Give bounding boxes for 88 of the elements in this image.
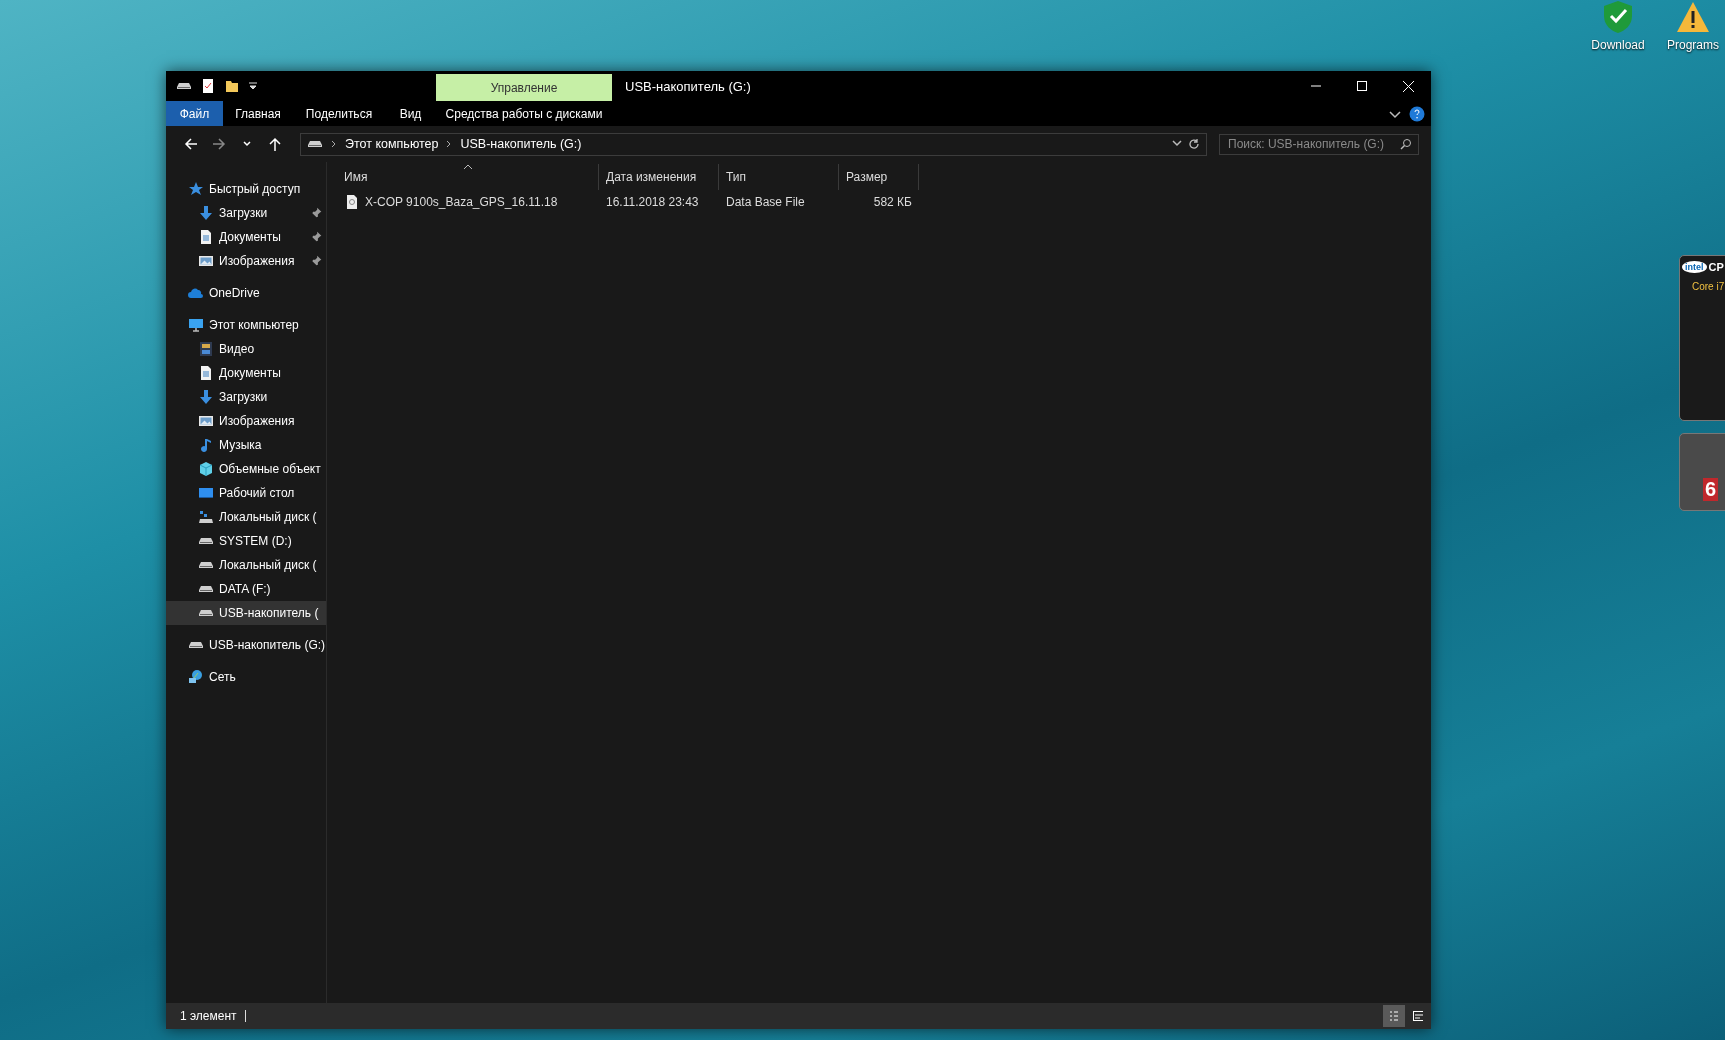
refresh-icon (1188, 138, 1200, 150)
search-field[interactable]: Поиск: USB-накопитель (G:) (1219, 133, 1419, 155)
drive-icon (307, 140, 323, 148)
nav-item[interactable]: USB-накопитель ( (166, 601, 326, 625)
breadcrumb[interactable]: Этот компьютер (345, 137, 439, 151)
cube-icon (198, 461, 214, 477)
breadcrumb[interactable]: USB-накопитель (G:) (460, 137, 582, 151)
close-icon (1402, 80, 1414, 92)
dropdown-icon (248, 81, 258, 91)
item-count: 1 элемент (180, 1010, 246, 1022)
search-icon (1400, 138, 1412, 150)
nav-item[interactable]: Изображения (166, 409, 326, 433)
ribbon-tab[interactable]: Вид (385, 101, 436, 126)
folder-icon (224, 78, 240, 94)
nav-item[interactable]: DATA (F:) (166, 577, 326, 601)
shield-icon (1601, 0, 1635, 34)
ribbon-tab[interactable]: Главная (223, 101, 293, 126)
nav-item[interactable]: Рабочий стол (166, 481, 326, 505)
system-drive-icon (198, 509, 214, 525)
nav-item[interactable]: Быстрый доступ (166, 177, 326, 201)
size-cell-text: 582 КБ (872, 195, 913, 209)
nav-item[interactable]: Объемные объект (166, 457, 326, 481)
help-icon (1409, 105, 1425, 122)
file-name-cell: X-COP 9100s_Baza_GPS_16.11.18 (337, 194, 599, 210)
drive-icon (198, 561, 214, 569)
back-arrow-icon (184, 137, 198, 151)
network-icon (188, 669, 204, 685)
column-header[interactable]: Дата изменения (599, 164, 719, 190)
chevron-right-icon (446, 140, 453, 148)
column-header[interactable]: Размер (839, 164, 919, 190)
address-bar[interactable]: Этот компьютер USB-накопитель (G:) (300, 132, 1207, 156)
picture-icon (198, 413, 214, 429)
monitor-icon (188, 317, 204, 333)
drive-icon (198, 609, 214, 617)
context-tab[interactable]: Управление (436, 74, 612, 101)
down-arrow-icon (198, 205, 214, 221)
date-cell-text: 16.11.2018 23:43 (605, 195, 700, 209)
chevron-down-icon (243, 141, 251, 147)
nav-item[interactable]: OneDrive (166, 281, 326, 305)
column-header[interactable]: Имя (337, 164, 599, 190)
document-icon (198, 229, 214, 245)
drive-icon (176, 82, 192, 90)
nav-item[interactable]: Документы (166, 225, 326, 249)
desktop-icon-label[interactable]: Programs (1667, 38, 1719, 52)
chevron-right-icon (331, 140, 337, 148)
details-view-icon (1389, 1010, 1399, 1022)
nav-item[interactable]: Загрузки (166, 201, 326, 225)
picture-icon (198, 253, 214, 269)
properties-icon (200, 78, 216, 94)
minimize-icon (1311, 85, 1321, 87)
up-arrow-icon (269, 137, 281, 151)
ribbon-tab[interactable]: Средства работы с дисками (436, 101, 612, 126)
nav-item[interactable]: Видео (166, 337, 326, 361)
document-icon (198, 365, 214, 381)
star-icon (188, 181, 204, 197)
ribbon-tab[interactable]: Поделиться (293, 101, 385, 126)
tiles-view-icon (1413, 1011, 1423, 1021)
desktop-icon (198, 485, 214, 501)
warning-icon (1676, 0, 1710, 34)
gadget-badge: 6 (1702, 478, 1718, 501)
window-title: USB-накопитель (G:) (624, 77, 752, 96)
nav-item[interactable]: Локальный диск ( (166, 553, 326, 577)
drive-icon (188, 641, 204, 649)
type-cell-text: Data Base File (725, 195, 806, 209)
cpu-model: Core i7 (1692, 281, 1725, 292)
nav-item[interactable]: Этот компьютер (166, 313, 326, 337)
nav-item[interactable]: SYSTEM (D:) (166, 529, 326, 553)
drive-icon (198, 537, 214, 545)
music-note-icon (198, 437, 214, 453)
nav-item[interactable]: Изображения (166, 249, 326, 273)
nav-item[interactable]: USB-накопитель (G:) (166, 633, 326, 657)
file-icon (344, 194, 360, 210)
film-icon (198, 341, 214, 357)
drive-icon (198, 585, 214, 593)
desktop-icon-label[interactable]: Download (1591, 38, 1645, 52)
file-row[interactable]: X-COP 9100s_Baza_GPS_16.11.18 16.11.2018 23:43 Data Base File 582 КБ (337, 190, 919, 214)
down-arrow-icon (198, 389, 214, 405)
intel-logo: intel (1682, 261, 1707, 273)
nav-item[interactable]: Загрузки (166, 385, 326, 409)
gadget-title: CP (1708, 261, 1724, 273)
nav-item[interactable]: Сеть (166, 665, 326, 689)
nav-item[interactable]: Локальный диск ( (166, 505, 326, 529)
forward-arrow-icon (212, 137, 226, 151)
nav-item[interactable]: Документы (166, 361, 326, 385)
nav-item[interactable]: Музыка (166, 433, 326, 457)
maximize-icon (1357, 81, 1367, 91)
column-header[interactable]: Тип (719, 164, 839, 190)
chevron-down-icon (1172, 138, 1182, 148)
